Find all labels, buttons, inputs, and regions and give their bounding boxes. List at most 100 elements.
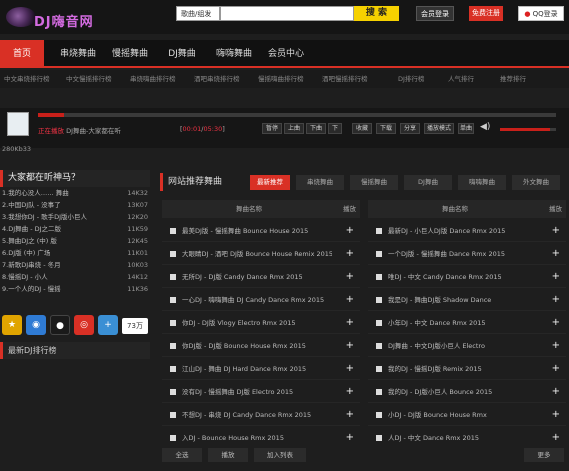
row-checkbox[interactable] [170,389,176,395]
add-icon[interactable]: + [346,243,354,265]
subnav-item[interactable]: DJ排行榜 [398,70,424,88]
plus-share-icon[interactable]: + [98,315,118,335]
list-item[interactable]: 7.新歌DJ串烧 - 冬月 10K03 [2,260,148,271]
qzone-icon[interactable]: ◉ [26,315,46,335]
add-icon[interactable]: + [552,404,560,426]
pause-button[interactable]: 暂停 [262,123,282,134]
row-checkbox[interactable] [170,297,176,303]
search-input[interactable] [220,6,354,21]
list-item[interactable]: 5.舞曲DJ之 (中) 版 12K45 [2,236,148,247]
list-item[interactable]: 9.一个人的DJ - 慢摇 11K36 [2,284,148,295]
qq-login-button[interactable]: ● QQ登录 [518,6,564,21]
table-row[interactable]: 不想DJ - 串烧 DJ Candy Dance Rmx 2015 + [162,404,360,426]
play-selected-button[interactable]: 播放 [208,448,248,462]
row-checkbox[interactable] [376,251,382,257]
subnav-item[interactable]: 酒吧串烧排行榜 [194,70,240,88]
list-item[interactable]: 3.我想你DJ - 歌手DJ版小巨人 12K20 [2,212,148,223]
table-row[interactable]: 大眼睛DJ - 酒吧 DJ版 Bounce House Remix 2015 + [162,243,360,265]
row-checkbox[interactable] [376,343,382,349]
single-button[interactable]: 单曲 [458,123,474,134]
nav-item-home[interactable]: 首页 [0,40,44,68]
login-button[interactable]: 会员登录 [416,6,454,21]
song-title[interactable]: 小DJ - DJ版 Bounce House Rmx [388,404,538,426]
share-button[interactable]: 分享 [400,123,420,134]
qq-share-icon[interactable]: ● [50,315,70,335]
nav-item-medley[interactable]: 串烧舞曲 [52,40,104,68]
song-title[interactable]: 没有DJ - 慢摇舞曲 DJ版 Electro 2015 [182,381,332,403]
list-item[interactable]: 6.DJ版 (中) 广场 11K01 [2,248,148,259]
table-row[interactable]: 我的DJ - 慢摇DJ版 Remix 2015 + [368,358,566,380]
add-icon[interactable]: + [552,335,560,357]
row-checkbox[interactable] [376,228,382,234]
table-row[interactable]: 小年DJ - 中文 Dance Rmx 2015 + [368,312,566,334]
progress-bar[interactable] [38,113,556,117]
tab-slow[interactable]: 慢摇舞曲 [350,175,398,190]
tab-latest[interactable]: 最新推荐 [250,175,290,190]
song-title[interactable]: 我是DJ - 舞曲DJ版 Shadow Dance [388,289,538,311]
table-row[interactable]: 你DJ - DJ版 Vlogy Electro Rmx 2015 + [162,312,360,334]
song-title[interactable]: DJ舞曲 - 中文DJ版小巨人 Electro [388,335,538,357]
song-title[interactable]: 最美DJ版 - 慢摇舞曲 Bounce House 2015 [182,220,332,242]
row-checkbox[interactable] [376,297,382,303]
song-title[interactable]: 大眼睛DJ - 酒吧 DJ版 Bounce House Remix 2015 [182,243,332,265]
add-to-list-button[interactable]: 加入列表 [254,448,306,462]
add-icon[interactable]: + [552,312,560,334]
weibo-icon[interactable]: ◎ [74,315,94,335]
table-row[interactable]: 小DJ - DJ版 Bounce House Rmx + [368,404,566,426]
row-checkbox[interactable] [170,320,176,326]
table-row[interactable]: 最新DJ - 小巨人DJ版 Dance Rmx 2015 + [368,220,566,242]
nav-item-member[interactable]: 会员中心 [260,40,312,68]
row-checkbox[interactable] [170,228,176,234]
site-logo[interactable]: DJ嗨音网 [6,4,106,30]
add-icon[interactable]: + [552,381,560,403]
add-icon[interactable]: + [346,289,354,311]
list-item[interactable]: 4.DJ舞曲 - DJ之二版 11K59 [2,224,148,235]
row-checkbox[interactable] [170,251,176,257]
nav-item-hot[interactable]: 嗨嗨舞曲 [208,40,260,68]
table-row[interactable]: 无所DJ - DJ版 Candy Dance Rmx 2015 + [162,266,360,288]
row-checkbox[interactable] [376,389,382,395]
song-title[interactable]: 我的DJ - 慢摇DJ版 Remix 2015 [388,358,538,380]
subnav-item[interactable]: 中文串烧排行榜 [4,70,50,88]
add-icon[interactable]: + [552,266,560,288]
row-checkbox[interactable] [170,435,176,441]
play-mode-button[interactable]: 播放模式 [424,123,454,134]
row-checkbox[interactable] [170,412,176,418]
table-row[interactable]: 一心DJ - 嗨嗨舞曲 DJ Candy Dance Rmx 2015 + [162,289,360,311]
add-icon[interactable]: + [346,312,354,334]
search-type-select[interactable]: 歌曲/组发 [176,6,220,21]
table-row[interactable]: 江山DJ - 舞曲 DJ Hard Dance Rmx 2015 + [162,358,360,380]
song-title[interactable]: 江山DJ - 舞曲 DJ Hard Dance Rmx 2015 [182,358,332,380]
next-button[interactable]: 下曲 [306,123,326,134]
table-row[interactable]: 你DJ版 - DJ版 Bounce House Rmx 2015 + [162,335,360,357]
row-checkbox[interactable] [170,366,176,372]
volume-icon[interactable]: ◀) [480,122,490,132]
add-icon[interactable]: + [552,220,560,242]
song-title[interactable]: 最新DJ - 小巨人DJ版 Dance Rmx 2015 [388,220,538,242]
song-title[interactable]: 我的DJ - DJ版小巨人 Bounce 2015 [388,381,538,403]
nav-item-dj[interactable]: DJ舞曲 [156,40,208,68]
favorite-star-icon[interactable]: ★ [2,315,22,335]
tab-hot[interactable]: 嗨嗨舞曲 [458,175,506,190]
table-row[interactable]: 我的DJ - DJ版小巨人 Bounce 2015 + [368,381,566,403]
download-button[interactable]: 下载 [376,123,396,134]
prev-button[interactable]: 上曲 [284,123,304,134]
subnav-item[interactable]: 酒吧慢摇排行榜 [322,70,368,88]
table-row[interactable]: 唯DJ - 中文 Candy Dance Rmx 2015 + [368,266,566,288]
add-icon[interactable]: + [346,335,354,357]
add-icon[interactable]: + [346,266,354,288]
row-checkbox[interactable] [170,274,176,280]
add-icon[interactable]: + [552,358,560,380]
row-checkbox[interactable] [376,274,382,280]
nav-item-slow[interactable]: 慢摇舞曲 [104,40,156,68]
tab-foreign[interactable]: 外文舞曲 [512,175,560,190]
row-checkbox[interactable] [376,320,382,326]
down-button[interactable]: 下 [328,123,342,134]
song-title[interactable]: 不想DJ - 串烧 DJ Candy Dance Rmx 2015 [182,404,332,426]
list-item[interactable]: 2.中国DJ队 - 没事了 13K07 [2,200,148,211]
subnav-item[interactable]: 串烧嗨曲排行榜 [130,70,176,88]
add-icon[interactable]: + [346,404,354,426]
add-icon[interactable]: + [346,381,354,403]
add-icon[interactable]: + [346,220,354,242]
song-title[interactable]: 一心DJ - 嗨嗨舞曲 DJ Candy Dance Rmx 2015 [182,289,332,311]
